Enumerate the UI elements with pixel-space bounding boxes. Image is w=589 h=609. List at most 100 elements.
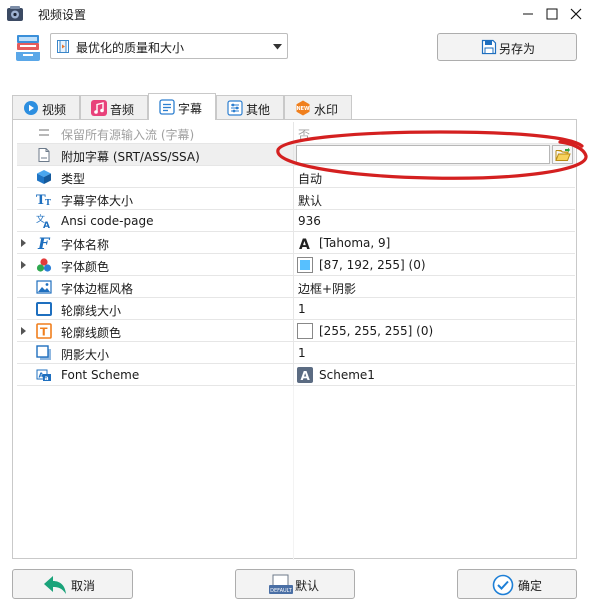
expand-icon[interactable]	[21, 327, 26, 335]
profile-icon	[16, 35, 40, 61]
letter-a-icon: A	[299, 237, 310, 251]
save-as-label: 另存为	[499, 42, 536, 56]
ok-button[interactable]: 确定	[457, 569, 577, 599]
tab-other[interactable]: 其他	[216, 95, 284, 119]
property-name: 类型	[61, 172, 86, 186]
property-row-font-color[interactable]: 字体颜色 [87, 192, 255] (0)	[17, 254, 575, 276]
tab-audio-label: 音频	[110, 103, 135, 117]
outline-color-icon: T	[36, 323, 52, 339]
save-icon	[481, 39, 497, 55]
film-icon	[57, 40, 69, 53]
property-value: 默认	[298, 194, 323, 208]
tab-watermark[interactable]: NEW 水印	[284, 95, 352, 119]
app-icon	[7, 6, 23, 21]
minimize-icon[interactable]	[518, 4, 538, 24]
svg-text:A: A	[43, 221, 50, 229]
outline-size-icon	[36, 302, 52, 316]
tab-subtitle[interactable]: 字幕	[148, 93, 216, 120]
audio-icon	[91, 100, 107, 116]
svg-text:T: T	[45, 197, 51, 207]
subtitle-icon	[159, 99, 175, 115]
cube-icon	[37, 170, 51, 184]
svg-text:a: a	[45, 375, 49, 382]
property-row-border-style[interactable]: 字体边框风格 边框+阴影	[17, 276, 575, 298]
shadow-icon	[36, 345, 51, 360]
font-scheme-icon: Aa	[36, 369, 51, 382]
video-icon	[24, 101, 38, 115]
expand-icon[interactable]	[21, 261, 26, 269]
profile-value: 最优化的质量和大小	[76, 41, 185, 55]
property-value: 1	[298, 346, 306, 360]
property-name: Font Scheme	[61, 368, 140, 382]
tab-video-label: 视频	[42, 103, 67, 117]
tab-subtitle-label: 字幕	[178, 102, 203, 116]
profile-dropdown[interactable]: 最优化的质量和大小	[50, 33, 288, 59]
default-label: 默认	[295, 579, 320, 593]
font-size-icon: TT	[36, 193, 51, 207]
property-value: [87, 192, 255] (0)	[319, 258, 426, 272]
subtitle-file-input[interactable]	[296, 145, 550, 164]
cancel-label: 取消	[71, 579, 96, 593]
default-icon: DEFAULT	[269, 574, 293, 594]
property-row-shadow-size[interactable]: 阴影大小 1	[17, 342, 575, 364]
title-bar: 视频设置	[0, 0, 589, 28]
svg-text:NEW: NEW	[296, 106, 310, 112]
ok-label: 确定	[518, 579, 543, 593]
property-name: Ansi code-page	[61, 214, 154, 228]
property-name: 保留所有源输入流 (字幕)	[61, 128, 195, 142]
property-name: 字幕字体大小	[61, 194, 134, 208]
svg-text:A: A	[301, 369, 311, 383]
property-value: 自动	[298, 172, 323, 186]
tab-other-label: 其他	[246, 103, 271, 117]
svg-text:T: T	[40, 326, 48, 339]
property-row-keep-streams[interactable]: 保留所有源输入流 (字幕) 否	[17, 122, 575, 144]
property-value: 1	[298, 302, 306, 316]
property-value: 936	[298, 214, 321, 228]
property-row-font-name[interactable]: F 字体名称 A [Tahoma, 9]	[17, 232, 575, 254]
property-grid: 保留所有源输入流 (字幕) 否 附加字幕 (SRT/ASS/SSA) 类型 自动…	[17, 122, 575, 560]
property-row-outline-size[interactable]: 轮廓线大小 1	[17, 298, 575, 320]
property-row-type[interactable]: 类型 自动	[17, 166, 575, 188]
watermark-icon: NEW	[296, 100, 310, 116]
file-icon	[38, 148, 50, 162]
property-value: 否	[298, 128, 311, 142]
color-swatch-icon	[297, 323, 313, 339]
property-name: 附加字幕 (SRT/ASS/SSA)	[61, 150, 200, 164]
property-row-code-page[interactable]: 文A Ansi code-page 936	[17, 210, 575, 232]
save-as-button[interactable]: 另存为	[437, 33, 577, 61]
property-value: [255, 255, 255] (0)	[319, 324, 434, 338]
property-name: 字体颜色	[61, 260, 110, 274]
property-value: Scheme1	[319, 368, 375, 382]
tab-video[interactable]: 视频	[12, 95, 80, 119]
cancel-button[interactable]: 取消	[12, 569, 133, 599]
close-icon[interactable]	[566, 4, 586, 24]
default-button[interactable]: DEFAULT 默认	[235, 569, 355, 599]
property-row-outline-color[interactable]: T 轮廓线颜色 [255, 255, 255] (0)	[17, 320, 575, 342]
browse-button[interactable]	[552, 145, 573, 164]
maximize-icon[interactable]	[542, 4, 562, 24]
property-row-font-size[interactable]: TT 字幕字体大小 默认	[17, 188, 575, 210]
tab-watermark-label: 水印	[314, 103, 339, 117]
tab-audio[interactable]: 音频	[80, 95, 148, 119]
property-row-add-subtitle[interactable]: 附加字幕 (SRT/ASS/SSA)	[17, 144, 575, 166]
undo-arrow-icon	[44, 576, 66, 594]
chevron-down-icon	[273, 44, 282, 50]
palette-icon	[36, 258, 52, 272]
property-row-font-scheme[interactable]: Aa Font Scheme A Scheme1	[17, 364, 575, 386]
font-icon: F	[37, 235, 51, 251]
translate-icon: 文A	[36, 213, 50, 229]
expand-icon[interactable]	[21, 239, 26, 247]
check-icon	[492, 574, 514, 596]
other-icon	[227, 100, 243, 116]
folder-open-icon	[555, 147, 571, 161]
property-name: 字体边框风格	[61, 282, 134, 296]
svg-text:A: A	[299, 237, 310, 251]
property-name: 阴影大小	[61, 348, 110, 362]
svg-text:DEFAULT: DEFAULT	[270, 588, 293, 594]
property-value: 边框+阴影	[298, 282, 357, 296]
property-value: [Tahoma, 9]	[319, 236, 391, 250]
scheme-icon: A	[297, 367, 313, 383]
property-name: 轮廓线大小	[61, 304, 122, 318]
property-name: 轮廓线颜色	[61, 326, 122, 340]
svg-text:F: F	[37, 235, 51, 251]
